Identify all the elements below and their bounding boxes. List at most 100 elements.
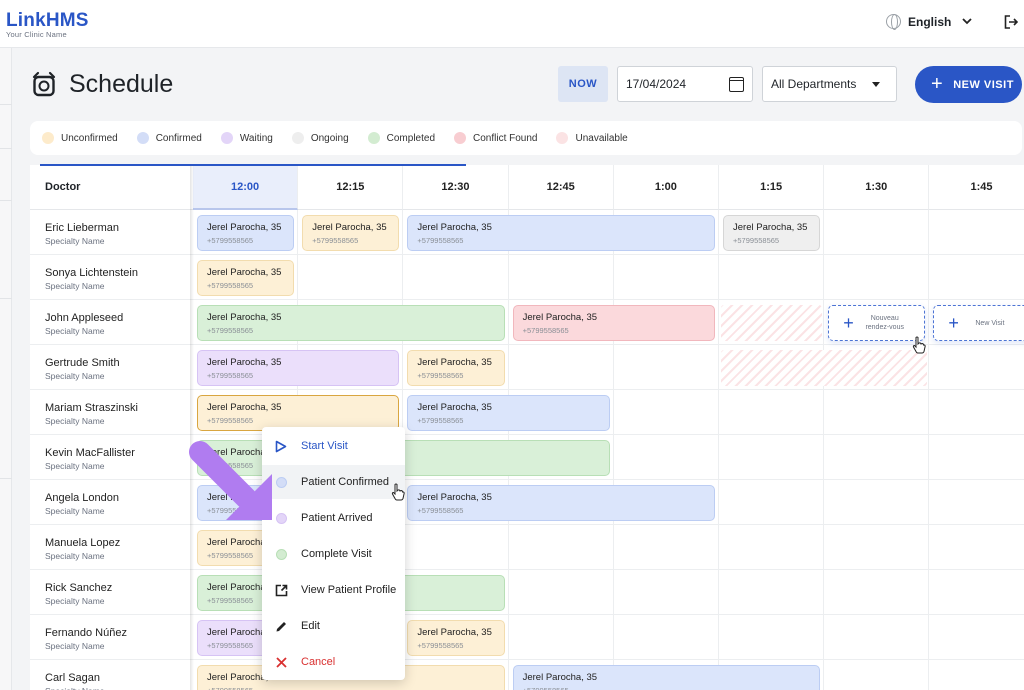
- time-column-header: 12:30: [403, 165, 509, 210]
- language-label: English: [908, 14, 952, 29]
- legend-dot-icon: [556, 132, 569, 144]
- menu-item-complete-visit[interactable]: Complete Visit: [262, 537, 405, 571]
- patient-phone: +5799558565: [207, 371, 254, 380]
- legend-item: Unavailable: [556, 132, 628, 144]
- doctor-name: Rick Sanchez: [45, 582, 113, 594]
- appointment-card[interactable]: Jerel Parocha, 35 +5799558565: [407, 395, 610, 431]
- time-column-header: 12:45: [508, 165, 614, 210]
- menu-item-label: Complete Visit: [301, 548, 372, 560]
- appointment-card[interactable]: Jerel Parocha, 35 +5799558565: [407, 215, 715, 251]
- doctor-row: Sonya Lichtenstein Specialty Name: [30, 255, 1024, 300]
- patient-name: Jerel Parocha, 35: [522, 312, 598, 323]
- patient-phone: +5799558565: [312, 236, 359, 245]
- new-visit-slot[interactable]: + New Visit: [933, 305, 1024, 341]
- patient-phone: +5799558565: [207, 686, 504, 690]
- plus-icon: +: [931, 72, 944, 95]
- appointment-card[interactable]: Jerel Parocha, 35 +5799558565: [302, 215, 400, 251]
- appointment-card[interactable]: Jerel Parocha, 35 +5799558565: [407, 620, 505, 656]
- doctor-name: Eric Lieberman: [45, 222, 119, 234]
- patient-phone: +5799558565: [417, 371, 464, 380]
- patient-name: Jerel Parocha, 35: [417, 492, 492, 503]
- menu-item-label: Patient Arrived: [301, 512, 373, 524]
- external-link-icon: [274, 583, 288, 597]
- doctor-specialty: Specialty Name: [45, 506, 105, 516]
- menu-item-patient-arrived[interactable]: Patient Arrived: [262, 501, 405, 535]
- unavailable-slot: [721, 305, 823, 341]
- patient-phone: +5799558565: [207, 236, 254, 245]
- appointment-card[interactable]: Jerel Parocha, 35 +5799558565: [723, 215, 821, 251]
- patient-phone: +5799558565: [417, 641, 464, 650]
- confirmed-dot-icon: [274, 475, 288, 489]
- unavailable-slot: [721, 350, 928, 386]
- appointment-card[interactable]: Jerel Parocha, 35 +5799558565: [197, 260, 295, 296]
- menu-item-label: View Patient Profile: [301, 584, 397, 596]
- new-visit-slot-label: Nouveau rendez-vous: [865, 315, 904, 331]
- page-title: Schedule: [69, 70, 174, 98]
- patient-name: Jerel Parocha, 35: [417, 402, 492, 413]
- time-column-header: 12:00: [193, 165, 299, 210]
- doctor-row: Manuela Lopez Specialty Name: [30, 525, 1024, 570]
- legend-dot-icon: [220, 132, 233, 144]
- appointment-card[interactable]: Jerel Parocha, 35 +5799558565: [197, 215, 295, 251]
- patient-name: Jerel Parocha, 35: [207, 357, 282, 368]
- legend-label: Confirmed: [155, 132, 202, 144]
- legend-dot-icon: [291, 132, 304, 144]
- date-picker[interactable]: 17/04/2024: [617, 66, 753, 102]
- department-select[interactable]: All Departments: [762, 66, 897, 102]
- patient-name: Jerel Parocha, 35: [207, 222, 282, 233]
- menu-item-patient-confirmed[interactable]: Patient Confirmed: [262, 465, 405, 499]
- time-column-header: 1:00: [613, 165, 719, 210]
- top-bar: LinkHMS Your Clinic Name English: [0, 0, 1024, 48]
- patient-name: Jerel Parocha, 35: [312, 222, 387, 233]
- menu-item-cancel[interactable]: Cancel: [262, 645, 405, 679]
- app-logo[interactable]: LinkHMS Your Clinic Name: [6, 10, 89, 39]
- patient-phone: +5799558565: [207, 281, 254, 290]
- appointment-card[interactable]: Jerel Parocha, 35 +5799558565: [407, 350, 505, 386]
- legend-dot-icon: [136, 132, 149, 144]
- legend-item: Confirmed: [136, 132, 202, 144]
- time-column-header: 1:15: [719, 165, 825, 210]
- new-visit-button[interactable]: + NEW VISIT: [915, 66, 1022, 103]
- department-value: All Departments: [771, 77, 857, 91]
- legend-label: Unconfirmed: [61, 132, 118, 144]
- legend-item: Conflict Found: [454, 132, 537, 144]
- legend-dot-icon: [367, 132, 380, 144]
- now-button[interactable]: NOW: [558, 66, 608, 102]
- logout-icon[interactable]: [1004, 15, 1019, 29]
- doctor-specialty: Specialty Name: [45, 596, 105, 606]
- alarm-clock-icon: [32, 71, 56, 97]
- legend-item: Completed: [367, 132, 435, 144]
- new-visit-slot-label: New Visit: [975, 319, 1005, 327]
- doctor-specialty: Specialty Name: [45, 236, 105, 246]
- new-visit-slot[interactable]: + Nouveau rendez-vous: [828, 305, 926, 341]
- current-time-progress: [40, 164, 466, 166]
- menu-item-start-visit[interactable]: Start Visit: [262, 429, 405, 463]
- menu-item-edit[interactable]: Edit: [262, 609, 405, 643]
- appointment-card[interactable]: Jerel Parocha, 35 +5799558565: [512, 305, 715, 341]
- doctor-name: Fernando Núñez: [45, 627, 127, 639]
- brand-name: LinkHMS: [6, 10, 89, 31]
- close-icon: [274, 655, 288, 669]
- appointment-card[interactable]: Jerel Parocha, 35 +5799558565: [197, 350, 400, 386]
- doctor-name: Mariam Straszinski: [45, 402, 138, 414]
- appointment-card[interactable]: Jerel Parocha, 35 +5799558565: [197, 305, 505, 341]
- patient-phone: +5799558565: [733, 236, 780, 245]
- menu-item-label: Patient Confirmed: [301, 476, 390, 488]
- doctor-name: Angela London: [45, 492, 120, 504]
- language-selector[interactable]: English: [886, 14, 972, 30]
- appointment-card[interactable]: Jerel Parocha, 35 +5799558565: [512, 665, 821, 690]
- legend-label: Waiting: [239, 132, 273, 144]
- menu-item-view-patient-profile[interactable]: View Patient Profile: [262, 573, 405, 607]
- patient-name: Jerel Parocha, 35: [522, 672, 598, 683]
- patient-phone: +5799558565: [417, 236, 464, 245]
- time-column-header: 12:15: [298, 165, 404, 210]
- appointment-card[interactable]: Jerel Parocha, 35 +5799558565: [197, 395, 400, 431]
- globe-icon: [886, 14, 901, 30]
- doctor-specialty: Specialty Name: [45, 416, 105, 426]
- calendar-icon[interactable]: [729, 76, 744, 92]
- legend-dot-icon: [42, 132, 54, 144]
- schedule-grid: Doctor 12:00 12:15 12:30 12:45 1:00 1:15 1:30 1…: [30, 165, 1024, 690]
- appointment-card[interactable]: Jerel Parocha, 35 +5799558565: [407, 485, 715, 521]
- doctor-specialty: Specialty Name: [45, 326, 105, 336]
- doctor-row: Fernando Núñez Specialty Name: [30, 615, 1024, 660]
